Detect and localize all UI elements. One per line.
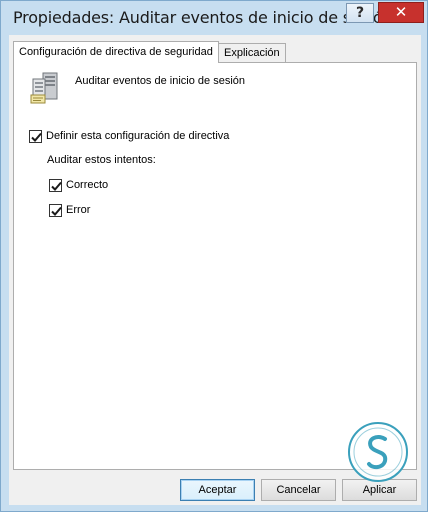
success-checkbox[interactable] xyxy=(49,179,62,192)
failure-checkbox[interactable] xyxy=(49,204,62,217)
cancel-button[interactable]: Cancelar xyxy=(261,479,336,501)
audit-attempts-label: Auditar estos intentos: xyxy=(47,154,156,166)
ok-button[interactable]: Aceptar xyxy=(180,479,255,501)
mouse-cursor-icon xyxy=(224,506,233,512)
help-button[interactable]: ? xyxy=(346,3,374,23)
server-policy-icon xyxy=(29,71,65,105)
tab-security-policy-setting[interactable]: Configuración de directiva de seguridad xyxy=(13,41,219,63)
define-setting-checkbox[interactable] xyxy=(29,130,42,143)
success-label[interactable]: Correcto xyxy=(66,179,108,191)
define-setting-label[interactable]: Definir esta configuración de directiva xyxy=(46,130,229,142)
tab-explain[interactable]: Explicación xyxy=(218,43,286,63)
close-button[interactable]: ✕ xyxy=(378,2,424,23)
failure-label[interactable]: Error xyxy=(66,204,90,216)
properties-window: Propiedades: Auditar eventos de inicio d… xyxy=(0,0,428,512)
policy-name: Auditar eventos de inicio de sesión xyxy=(75,75,245,87)
title-bar[interactable]: Propiedades: Auditar eventos de inicio d… xyxy=(1,1,427,35)
tab-panel: Auditar eventos de inicio de sesión Defi… xyxy=(13,62,417,470)
watermark-logo-icon xyxy=(347,421,409,483)
window-title: Propiedades: Auditar eventos de inicio d… xyxy=(13,8,393,27)
